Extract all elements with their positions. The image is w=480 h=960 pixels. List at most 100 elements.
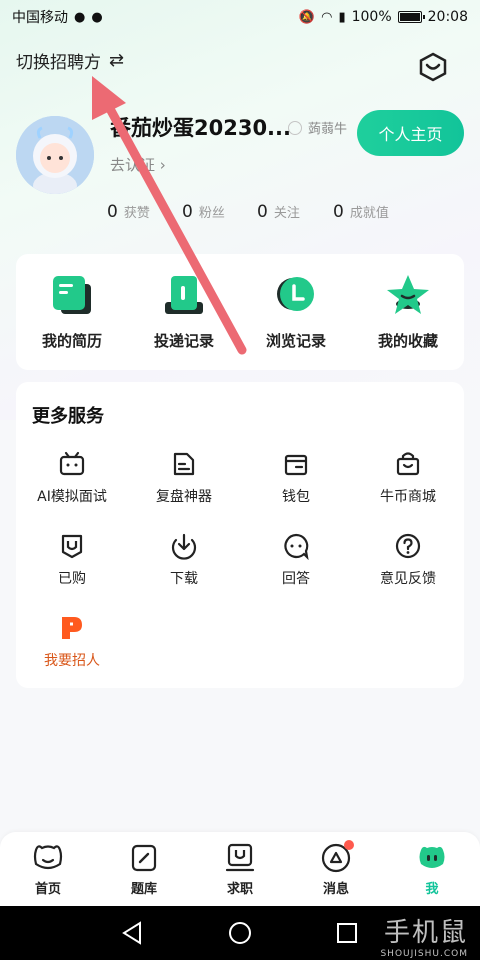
level-badge-label: 蒟蒻牛 <box>308 122 348 137</box>
services-title: 更多服务 <box>32 406 104 427</box>
message-bubble-icon: ● <box>91 9 103 25</box>
switch-role-button[interactable]: 切换招聘方 ⇄ <box>16 48 124 73</box>
service-label: 钱包 <box>282 489 310 505</box>
stat-label: 成就值 <box>349 206 389 221</box>
verify-link[interactable]: 去认证 › <box>110 154 166 175</box>
service-label: 下载 <box>170 571 198 587</box>
delivery-record-item[interactable]: 投递记录 <box>128 272 240 351</box>
swap-arrows-icon: ⇄ <box>109 50 125 71</box>
tab-job-search[interactable]: 求职 <box>192 842 288 897</box>
stat-likes[interactable]: 0 获赞 <box>107 202 150 222</box>
service-label: 已购 <box>58 571 86 587</box>
hexagon-icon[interactable] <box>418 52 448 82</box>
profile-stats: 0 获赞 0 粉丝 0 关注 0 成就值 <box>0 202 480 226</box>
recents-square-icon[interactable] <box>334 920 360 946</box>
feedback-question-icon <box>395 533 421 559</box>
tab-question-bank[interactable]: 题库 <box>96 842 192 897</box>
feedback-item[interactable]: 意见反馈 <box>352 532 464 588</box>
signal-icon: ▮ <box>338 9 346 25</box>
home-mascot-icon <box>33 845 63 870</box>
my-favorites-item[interactable]: 我的收藏 <box>352 272 464 351</box>
wallet-item[interactable]: 钱包 <box>240 450 352 506</box>
hire-icon <box>62 617 82 639</box>
browse-history-icon <box>277 277 314 311</box>
service-label: 我要招人 <box>44 653 100 669</box>
stat-number: 0 <box>333 202 344 222</box>
status-bar: 中国移动 ● ● 🔕 ◠ ▮ 100% 20:08 <box>0 0 480 34</box>
astronaut-avatar-icon <box>16 116 94 194</box>
tab-label: 消息 <box>322 882 349 897</box>
job-search-icon <box>225 843 255 872</box>
tab-home[interactable]: 首页 <box>0 842 96 897</box>
tab-messages[interactable]: 消息 <box>288 840 384 897</box>
record-label: 投递记录 <box>153 332 214 350</box>
avatar[interactable] <box>16 116 94 194</box>
tab-label: 求职 <box>226 882 253 897</box>
stat-fans[interactable]: 0 粉丝 <box>182 202 225 222</box>
stat-following[interactable]: 0 关注 <box>257 202 300 222</box>
verify-label: 去认证 <box>110 156 156 174</box>
note-icon <box>173 452 195 476</box>
watermark: 手机鼠 SHOUJISHU.COM <box>380 912 468 959</box>
clock: 20:08 <box>427 9 468 25</box>
hire-item[interactable]: 我要招人 <box>16 614 128 670</box>
service-label: 复盘神器 <box>156 489 212 505</box>
stat-achievements[interactable]: 0 成就值 <box>333 202 389 222</box>
unread-badge <box>344 840 354 850</box>
record-label: 我的收藏 <box>377 332 438 350</box>
record-label: 浏览记录 <box>265 332 326 350</box>
answer-item[interactable]: 回答 <box>240 532 352 588</box>
tab-label: 我 <box>425 882 439 897</box>
mute-icon: 🔕 <box>298 9 316 25</box>
delivery-record-icon <box>165 276 203 314</box>
stat-number: 0 <box>107 202 118 222</box>
system-navigation-bar: 手机鼠 SHOUJISHU.COM <box>0 906 480 960</box>
wifi-icon: ◠ <box>321 9 333 25</box>
battery-icon <box>397 11 425 23</box>
message-icon-wrap <box>320 840 354 874</box>
review-tool-item[interactable]: 复盘神器 <box>128 450 240 506</box>
browse-history-item[interactable]: 浏览记录 <box>240 272 352 351</box>
tab-me[interactable]: 我 <box>384 842 480 897</box>
bottom-tab-bar: 首页 题库 求职 消息 我 <box>0 832 480 906</box>
stat-number: 0 <box>257 202 268 222</box>
favorite-star-icon <box>387 275 429 314</box>
download-icon <box>171 533 197 560</box>
username: 番茄炒蛋20230... <box>110 116 291 140</box>
stat-number: 0 <box>182 202 193 222</box>
resume-icon <box>53 276 91 314</box>
more-services-card: 更多服务 AI模拟面试 复盘神器 钱包 牛币商城 已购 下载 回答 意见反馈 我… <box>16 382 464 688</box>
stat-label: 粉丝 <box>198 206 225 221</box>
battery-percent: 100% <box>351 9 392 25</box>
service-label: 意见反馈 <box>380 571 436 587</box>
download-item[interactable]: 下载 <box>128 532 240 588</box>
wallet-icon <box>284 454 308 476</box>
watermark-sub: SHOUJISHU.COM <box>380 949 468 959</box>
service-label: 回答 <box>282 571 310 587</box>
coin-mall-item[interactable]: 牛币商城 <box>352 450 464 506</box>
level-icon <box>288 120 302 135</box>
answer-icon <box>284 533 309 560</box>
tv-robot-icon <box>59 451 85 476</box>
stat-label: 关注 <box>273 206 300 221</box>
purchased-icon <box>61 534 83 559</box>
personal-homepage-button[interactable]: 个人主页 <box>357 110 464 156</box>
back-triangle-icon[interactable] <box>120 920 146 946</box>
shopping-bag-icon <box>396 452 420 476</box>
question-bank-icon <box>131 844 157 872</box>
stat-label: 获赞 <box>123 206 150 221</box>
chevron-right-icon: › <box>159 156 166 174</box>
purchased-item[interactable]: 已购 <box>16 532 128 588</box>
watermark-main: 手机鼠 <box>383 918 468 948</box>
service-label: 牛币商城 <box>380 489 436 505</box>
service-label: AI模拟面试 <box>37 489 107 505</box>
carrier-label: 中国移动 <box>12 10 68 26</box>
tab-label: 首页 <box>34 882 61 897</box>
wechat-icon: ● <box>74 9 86 25</box>
my-resume-item[interactable]: 我的简历 <box>16 272 128 351</box>
ai-interview-item[interactable]: AI模拟面试 <box>16 450 128 506</box>
level-badge[interactable]: 蒟蒻牛 <box>288 118 347 137</box>
switch-role-label: 切换招聘方 <box>16 53 101 73</box>
record-label: 我的简历 <box>41 332 102 350</box>
home-circle-icon[interactable] <box>227 920 253 946</box>
